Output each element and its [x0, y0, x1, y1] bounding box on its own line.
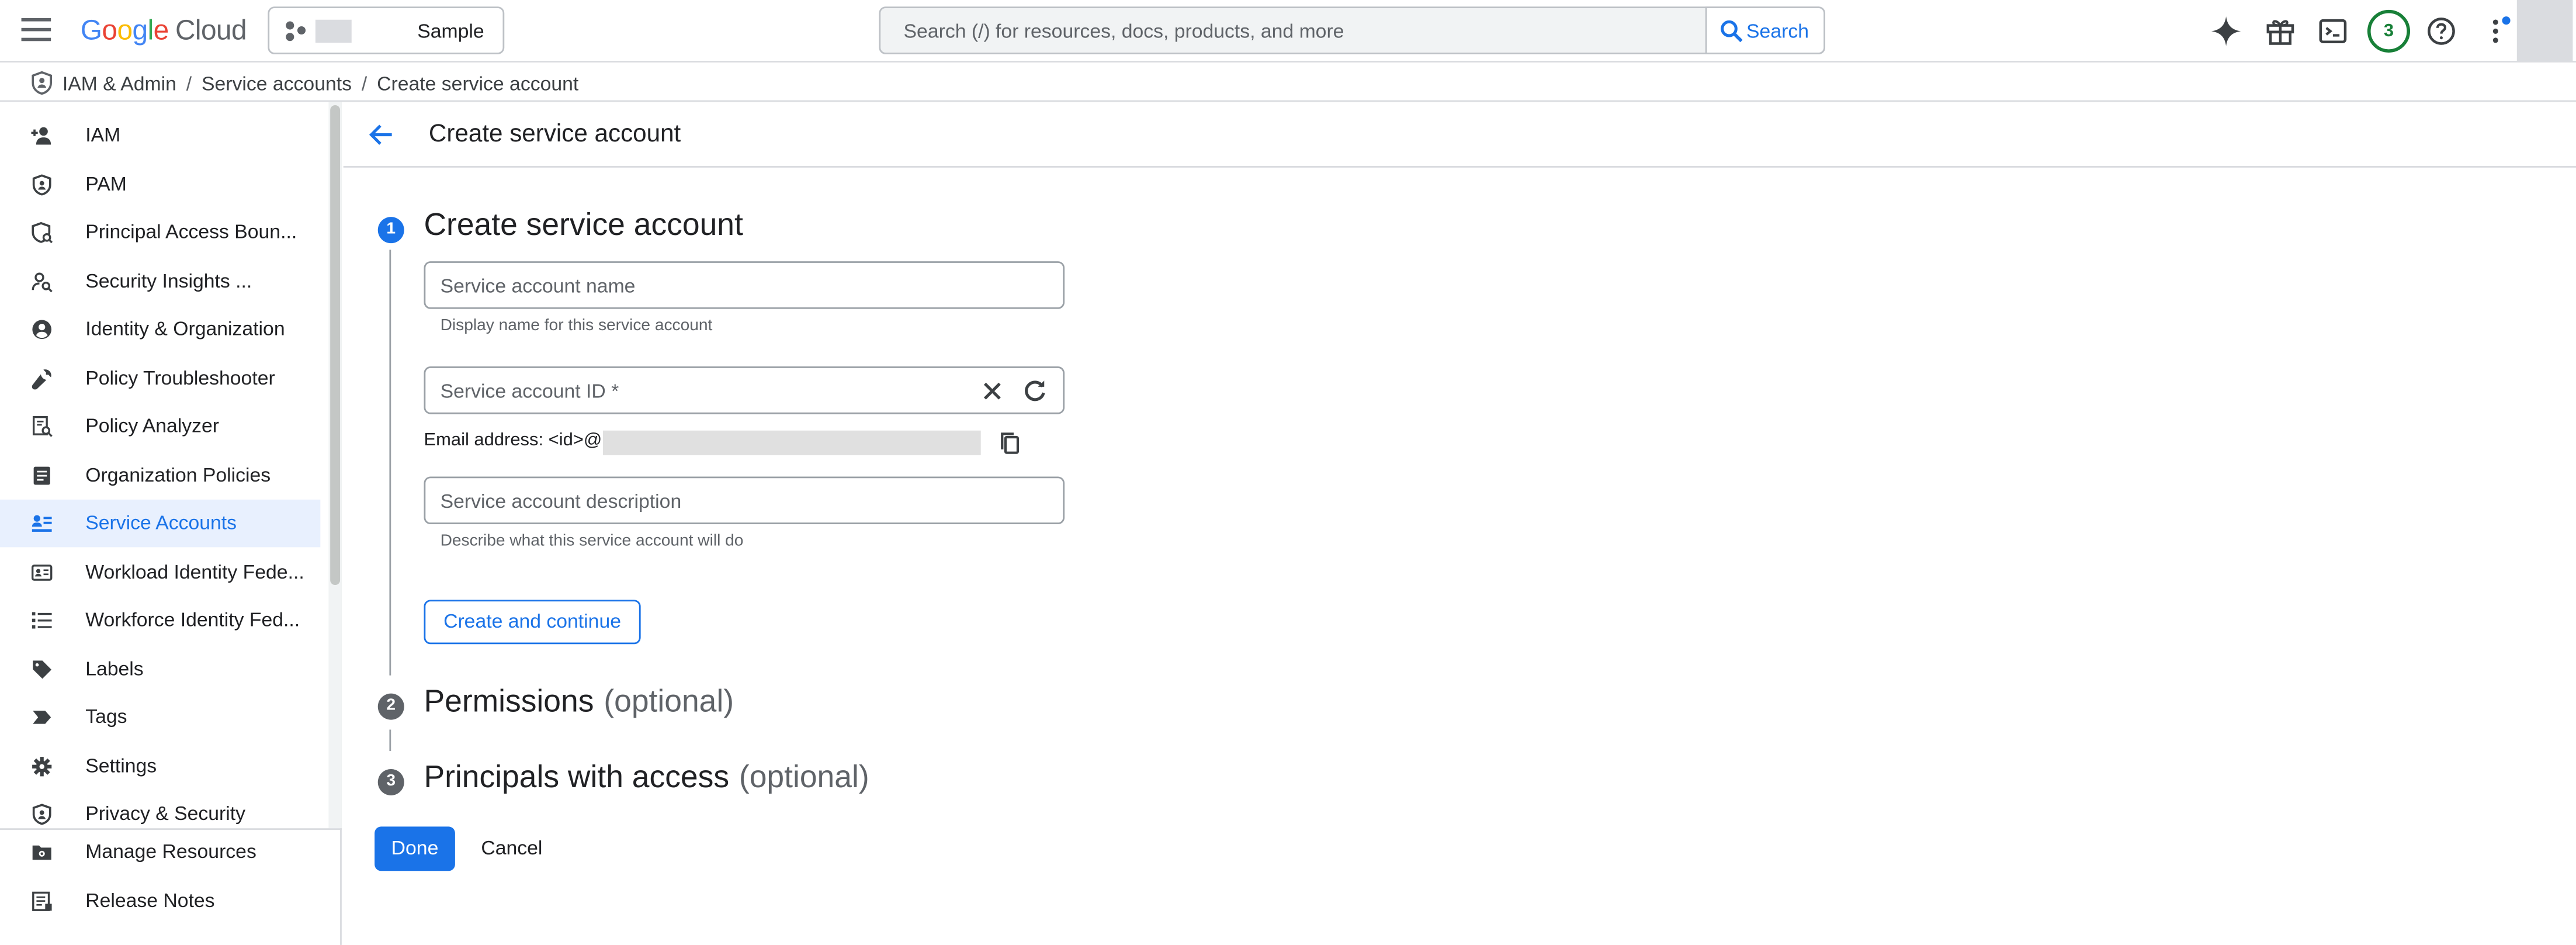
search-button[interactable]: Search — [1705, 6, 1826, 54]
service-account-id-field[interactable] — [424, 366, 1065, 414]
sidebar-item-organization-policies[interactable]: Organization Policies — [0, 452, 320, 500]
page-title: Create service account — [428, 120, 681, 148]
breadcrumb-iam-admin[interactable]: IAM & Admin — [63, 72, 176, 95]
page-header: Create service account — [343, 102, 2576, 168]
sidebar-item-workload-identity-federation[interactable]: Workload Identity Fede... — [0, 549, 320, 597]
sidebar-scrollbar[interactable] — [330, 105, 341, 586]
email-address-label: Email address: <id>@ — [424, 430, 602, 451]
person-add-icon — [31, 127, 51, 145]
sidebar-item-principal-access-boundary[interactable]: Principal Access Boun... — [0, 209, 320, 257]
create-and-continue-button[interactable]: Create and continue — [424, 600, 641, 645]
service-account-name-input[interactable] — [425, 262, 1063, 307]
service-account-name-field[interactable] — [424, 261, 1065, 309]
notifications-badge[interactable]: 3 — [2367, 9, 2411, 53]
step-3-title[interactable]: Principals with access (optional) — [424, 761, 869, 797]
notification-dot — [2502, 16, 2511, 25]
breadcrumb: IAM & Admin / Service accounts / Create serv… — [0, 64, 2576, 102]
service-account-description-helper: Describe what this service account will … — [440, 532, 744, 551]
step-connector — [389, 729, 391, 752]
sidebar-item-policy-troubleshooter[interactable]: Policy Troubleshooter — [0, 355, 320, 403]
gift-icon[interactable] — [2262, 13, 2298, 49]
tag-arrow-icon — [33, 711, 51, 724]
service-account-id-input[interactable] — [425, 368, 968, 413]
app-window: Google Cloud Sample Search (/) for resour… — [0, 0, 2576, 945]
sidebar-item-labels[interactable]: Labels — [0, 646, 320, 694]
gear-icon — [32, 757, 52, 777]
step-1-number: 1 — [377, 217, 404, 244]
step-1-title[interactable]: Create service account — [424, 209, 743, 245]
redacted-email-domain — [602, 430, 981, 455]
gemini-icon[interactable] — [2208, 13, 2244, 49]
cancel-button[interactable]: Cancel — [465, 826, 559, 871]
breadcrumb-separator: / — [361, 72, 367, 96]
notes-icon — [32, 891, 52, 911]
id-card-icon — [31, 565, 53, 581]
sidebar-item-identity-organization[interactable]: Identity & Organization — [0, 306, 320, 354]
project-name: Sample — [417, 19, 484, 43]
avatar[interactable] — [2516, 0, 2573, 61]
folder-gear-icon — [32, 845, 51, 860]
step-connector — [389, 250, 391, 676]
breadcrumb-separator: / — [186, 72, 192, 96]
sidebar-item-policy-analyzer[interactable]: Policy Analyzer — [0, 403, 320, 451]
label-icon — [33, 660, 52, 679]
search-placeholder: Search (/) for resources, docs, products… — [903, 19, 1344, 43]
done-button[interactable]: Done — [375, 826, 455, 871]
service-account-icon — [32, 515, 52, 532]
list-document-icon — [33, 466, 50, 485]
service-account-name-helper: Display name for this service account — [440, 317, 713, 335]
copy-icon[interactable] — [996, 429, 1025, 459]
search-icon — [1721, 20, 1743, 43]
menu-icon[interactable] — [21, 18, 51, 41]
google-cloud-logo[interactable]: Google Cloud — [81, 15, 247, 47]
wrench-icon — [32, 369, 51, 390]
sidebar-item-tags[interactable]: Tags — [0, 694, 320, 742]
sidebar-item-service-accounts[interactable]: Service Accounts — [0, 499, 321, 548]
iam-shield-icon — [32, 71, 52, 95]
cloud-shell-icon[interactable] — [2315, 13, 2351, 49]
sidebar: IAM PAM Principal Access Boun... Securit… — [0, 102, 342, 945]
step-2-title[interactable]: Permissions (optional) — [424, 686, 734, 722]
sidebar-item-manage-resources[interactable]: Manage Resources — [0, 828, 320, 876]
help-icon[interactable] — [2424, 13, 2460, 49]
sidebar-item-security-insights[interactable]: Security Insights ... — [0, 258, 320, 306]
list-icon — [32, 612, 52, 629]
policy-shield-icon — [32, 221, 53, 244]
step-3-number: 3 — [377, 769, 404, 795]
privacy-shield-icon — [32, 804, 51, 825]
sidebar-item-workforce-identity-federation[interactable]: Workforce Identity Fed... — [0, 597, 320, 645]
sidebar-item-iam[interactable]: IAM — [0, 112, 320, 160]
refresh-icon[interactable] — [1020, 376, 1050, 406]
breadcrumb-service-accounts[interactable]: Service accounts — [202, 72, 352, 95]
document-search-icon — [32, 416, 53, 437]
step-2-number: 2 — [377, 693, 404, 720]
clear-icon[interactable] — [977, 376, 1007, 406]
sidebar-item-release-notes[interactable]: Release Notes — [0, 878, 320, 926]
project-icon — [286, 21, 308, 41]
person-search-icon — [32, 272, 53, 293]
shield-icon — [32, 174, 51, 196]
breadcrumb-current: Create service account — [377, 72, 579, 96]
back-arrow-icon[interactable] — [368, 122, 394, 148]
redacted-project-id — [315, 19, 352, 43]
service-account-description-field[interactable] — [424, 476, 1065, 524]
service-account-description-input[interactable] — [425, 478, 1063, 523]
sidebar-item-settings[interactable]: Settings — [0, 743, 320, 791]
top-bar: Google Cloud Sample Search (/) for resour… — [0, 0, 2576, 63]
account-circle-icon — [32, 320, 52, 340]
search-input[interactable]: Search (/) for resources, docs, products… — [879, 6, 1826, 54]
project-picker[interactable]: Sample — [268, 6, 505, 54]
sidebar-item-pam[interactable]: PAM — [0, 161, 320, 209]
